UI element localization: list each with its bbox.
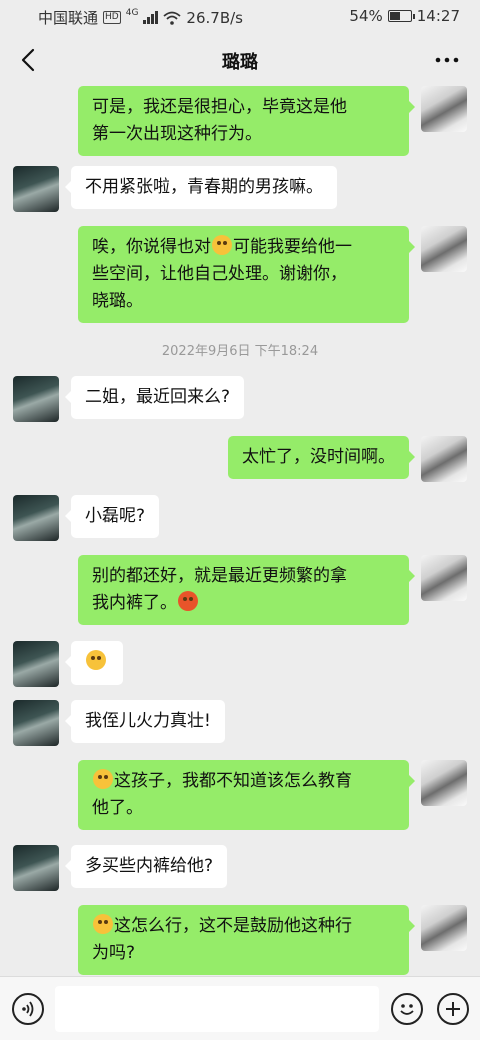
message-bubble-mine[interactable]: 太忙了，没时间啊。 [228, 436, 415, 479]
chat-header: 璐璐 [0, 34, 480, 86]
more-options-icon[interactable] [432, 48, 462, 72]
voice-wave-icon [22, 1001, 34, 1017]
message-bubble-mine[interactable]: 可是，我还是很担心，毕竟这是他 第一次出现这种行为。 [78, 86, 415, 156]
my-avatar[interactable] [421, 86, 467, 132]
contact-avatar[interactable] [13, 166, 59, 212]
message-bubble-other[interactable]: 多买些内裤给他? [64, 845, 228, 888]
message-text: 晓璐。 [92, 291, 143, 311]
message-bubble-other[interactable] [65, 641, 123, 685]
wifi-icon [163, 11, 182, 25]
signal-icon [143, 11, 159, 24]
carrier-label: 中国联通 [38, 9, 99, 27]
message-bubble-mine[interactable]: 唉，你说得也对 可能我要给他一 些空间，让他自己处理。谢谢你， 晓璐。 [78, 226, 415, 323]
message-text: 小磊呢? [85, 506, 146, 526]
input-bar [0, 976, 480, 1040]
my-avatar[interactable] [421, 436, 467, 482]
more-functions-plus-icon[interactable] [437, 993, 469, 1025]
message-text: 第一次出现这种行为。 [92, 124, 262, 144]
crying-laughing-emoji-icon [93, 914, 113, 934]
message-text: 太忙了，没时间啊。 [242, 447, 395, 467]
message-text: 我侄儿火力真壮! [85, 711, 211, 731]
battery-fill [389, 12, 400, 20]
voice-input-icon[interactable] [12, 993, 44, 1025]
message-text: 为吗? [92, 943, 136, 963]
message-text: 二姐，最近回来么? [85, 387, 231, 407]
message-bubble-other[interactable]: 二姐，最近回来么? [64, 376, 245, 419]
message-bubble-mine[interactable]: 这怎么行，这不是鼓励他这种行 为吗? [78, 905, 415, 975]
my-avatar[interactable] [421, 760, 467, 806]
flushed-face-emoji-icon [93, 769, 113, 789]
message-text: 这怎么行，这不是鼓励他这种行 [114, 916, 352, 936]
my-avatar[interactable] [421, 905, 467, 951]
message-bubble-other[interactable]: 不用紧张啦，青春期的男孩嘛。 [65, 166, 337, 209]
sweat-smile-emoji-icon [212, 235, 232, 255]
emoji-picker-icon[interactable] [391, 993, 423, 1025]
network-label: 4G [125, 7, 139, 18]
message-text: 我内裤了。 [92, 593, 177, 613]
message-bubble-mine[interactable]: 这孩子，我都不知道该怎么教育 他了。 [78, 760, 415, 830]
chat-title: 璐璐 [222, 52, 258, 73]
message-bubble-mine[interactable]: 别的都还好，就是最近更频繁的拿 我内裤了。 [78, 555, 415, 625]
contact-avatar[interactable] [13, 641, 59, 687]
smiley-icon [400, 1004, 414, 1015]
message-text: 他了。 [92, 798, 143, 818]
message-text: 多买些内裤给他? [85, 856, 214, 876]
contact-avatar[interactable] [13, 376, 59, 422]
message-text: 不用紧张啦，青春期的男孩嘛。 [85, 177, 323, 197]
battery-percent: 54% [349, 7, 383, 25]
status-bar: 中国联通 HD 4G 26.7B/s 54% 14:27 [0, 0, 480, 34]
message-text: 些空间，让他自己处理。谢谢你， [92, 264, 347, 284]
angry-face-emoji-icon [178, 591, 198, 611]
contact-avatar[interactable] [13, 700, 59, 746]
hd-badge: HD [103, 11, 121, 24]
contact-avatar[interactable] [13, 495, 59, 541]
message-bubble-other[interactable]: 我侄儿火力真壮! [65, 700, 225, 743]
my-avatar[interactable] [421, 555, 467, 601]
contact-avatar[interactable] [13, 845, 59, 891]
message-timestamp: 2022年9月6日 下午18:24 [161, 344, 319, 359]
crying-laughing-emoji-icon [86, 650, 106, 670]
clock: 14:27 [416, 7, 460, 25]
message-text: 这孩子，我都不知道该怎么教育 [114, 771, 352, 791]
message-text: 别的都还好，就是最近更频繁的拿 [92, 566, 347, 586]
message-text: 唉，你说得也对 [92, 237, 211, 257]
message-text: 可能我要给他一 [233, 237, 352, 257]
network-speed: 26.7B/s [186, 8, 243, 27]
status-left: 中国联通 HD 4G 26.7B/s [38, 7, 243, 28]
plus-icon [446, 1002, 460, 1016]
battery-icon [387, 10, 415, 22]
my-avatar[interactable] [421, 226, 467, 272]
message-bubble-other[interactable]: 小磊呢? [64, 495, 160, 538]
message-list[interactable]: 可是，我还是很担心，毕竟这是他 第一次出现这种行为。 不用紧张啦，青春期的男孩嘛… [0, 86, 480, 976]
message-text: 可是，我还是很担心，毕竟这是他 [92, 97, 347, 117]
status-right: 54% 14:27 [349, 7, 460, 25]
message-input[interactable] [55, 986, 379, 1032]
